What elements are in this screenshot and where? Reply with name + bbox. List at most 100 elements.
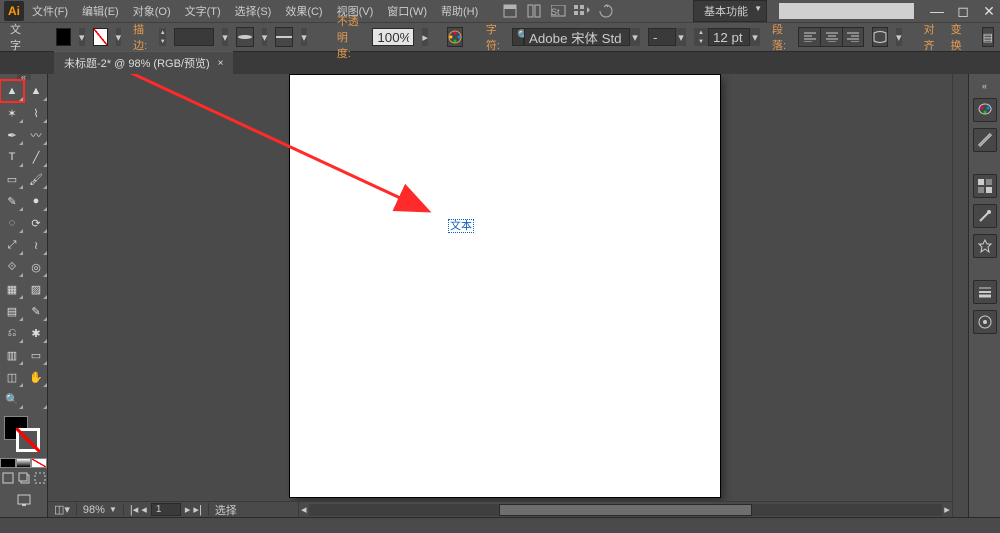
menu-effect[interactable]: 效果(C) bbox=[279, 1, 328, 21]
hand-tool[interactable]: ✋ bbox=[24, 366, 48, 388]
gradient-tool[interactable]: ▤ bbox=[0, 300, 24, 322]
blend-tool[interactable]: ⎌ bbox=[0, 322, 24, 344]
font-style-field[interactable] bbox=[648, 28, 676, 46]
align-left-button[interactable] bbox=[798, 27, 820, 47]
menu-window[interactable]: 窗口(W) bbox=[381, 1, 433, 21]
font-style-dropdown[interactable]: ▾ bbox=[676, 28, 686, 46]
horizontal-scrollbar[interactable] bbox=[309, 504, 942, 516]
color-mode-solid[interactable] bbox=[0, 454, 16, 472]
column-graph-tool[interactable]: ▥ bbox=[0, 344, 24, 366]
search-input[interactable] bbox=[779, 3, 914, 19]
make-envelope-button[interactable] bbox=[872, 27, 888, 47]
artboard[interactable]: 文本 bbox=[290, 75, 720, 497]
rectangle-tool[interactable]: ▭ bbox=[0, 168, 24, 190]
magic-wand-tool[interactable]: ✶ bbox=[0, 102, 24, 124]
font-family-field[interactable] bbox=[524, 28, 630, 46]
color-guide-panel-icon[interactable] bbox=[973, 128, 997, 152]
align-right-button[interactable] bbox=[842, 27, 864, 47]
menu-type[interactable]: 文字(T) bbox=[179, 1, 227, 21]
transform-label[interactable]: 变换 bbox=[947, 21, 966, 53]
slice-tool[interactable]: ◫ bbox=[0, 366, 24, 388]
stroke-swatch[interactable] bbox=[93, 28, 108, 46]
menu-help[interactable]: 帮助(H) bbox=[435, 1, 484, 21]
direct-selection-tool[interactable]: ▲ bbox=[24, 80, 48, 102]
stroke-weight-dropdown[interactable]: ▾ bbox=[222, 28, 228, 46]
arrange-docs-icon[interactable] bbox=[526, 3, 542, 19]
font-search-icon[interactable]: 🔍 bbox=[512, 28, 524, 46]
panel-menu-button[interactable]: ▤ bbox=[982, 27, 994, 47]
tab-close-button[interactable]: × bbox=[218, 58, 224, 69]
envelope-dropdown[interactable]: ▾ bbox=[896, 28, 902, 46]
font-size-dropdown[interactable]: ▾ bbox=[750, 28, 760, 46]
artboard-tool[interactable]: ▭ bbox=[24, 344, 48, 366]
brush-dropdown[interactable]: ▾ bbox=[301, 28, 307, 46]
type-tool[interactable]: T bbox=[0, 146, 24, 168]
paragraph-label[interactable]: 段落: bbox=[768, 21, 790, 53]
zoom-tool[interactable]: 🔍 bbox=[0, 388, 24, 410]
zoom-level[interactable]: 98% bbox=[83, 504, 105, 516]
symbols-panel-icon[interactable] bbox=[973, 234, 997, 258]
fill-dropdown[interactable]: ▾ bbox=[79, 28, 85, 46]
color-panel-icon[interactable] bbox=[973, 98, 997, 122]
maximize-button[interactable]: ◻ bbox=[956, 4, 970, 18]
color-mode-gradient[interactable] bbox=[16, 454, 32, 472]
vwp-dropdown[interactable]: ▾ bbox=[262, 28, 268, 46]
stroke-weight-stepper[interactable]: ▲▼ bbox=[159, 28, 166, 46]
font-size-field[interactable] bbox=[708, 28, 750, 46]
stroke-weight-field[interactable] bbox=[174, 28, 214, 46]
color-mode-none[interactable] bbox=[31, 454, 47, 472]
stock-icon[interactable]: St bbox=[550, 3, 566, 19]
opacity-dropdown[interactable]: ▸ bbox=[422, 28, 428, 46]
swatches-panel-icon[interactable] bbox=[973, 174, 997, 198]
hscroll-left-button[interactable]: ◂ bbox=[299, 503, 309, 516]
rotate-tool[interactable]: ⟳ bbox=[24, 212, 48, 234]
stroke-panel-icon[interactable] bbox=[973, 280, 997, 304]
minimize-button[interactable]: — bbox=[930, 4, 944, 18]
artboard-number-field[interactable] bbox=[151, 503, 181, 516]
align-center-button[interactable] bbox=[820, 27, 842, 47]
variable-width-profile[interactable] bbox=[236, 27, 254, 47]
curvature-tool[interactable]: 〰 bbox=[24, 124, 48, 146]
font-size-stepper[interactable]: ▲▼ bbox=[694, 28, 708, 46]
eraser-tool[interactable]: ◌ bbox=[0, 212, 24, 234]
menu-edit[interactable]: 编辑(E) bbox=[76, 1, 125, 21]
gradient-panel-icon[interactable] bbox=[973, 310, 997, 334]
draw-behind[interactable] bbox=[18, 472, 30, 490]
vertical-scrollbar[interactable] bbox=[952, 74, 968, 517]
align2-label[interactable]: 对齐 bbox=[920, 21, 939, 53]
workspace-switcher[interactable]: 基本功能 ▼ bbox=[693, 0, 767, 22]
canvas-area[interactable]: 文本 ◫▾ 98%▼ |◂ ◂ ▸ ▸| 选择 ◂ ▸ bbox=[48, 74, 968, 517]
selection-tool[interactable]: ▲ bbox=[0, 80, 24, 102]
grid-view-icon[interactable] bbox=[574, 3, 590, 19]
pen-tool[interactable]: ✒ bbox=[0, 124, 24, 146]
blob-brush-tool[interactable]: ● bbox=[24, 190, 48, 212]
mesh-tool[interactable]: ▨ bbox=[24, 278, 48, 300]
width-tool[interactable]: ≀ bbox=[24, 234, 48, 256]
dock-collapse[interactable]: « bbox=[969, 80, 1000, 92]
screen-mode-button[interactable] bbox=[17, 494, 31, 512]
close-button[interactable]: ✕ bbox=[982, 4, 996, 18]
sync-icon[interactable] bbox=[598, 3, 614, 19]
brushes-panel-icon[interactable] bbox=[973, 204, 997, 228]
hscroll-right-button[interactable]: ▸ bbox=[942, 503, 952, 516]
eyedropper-tool[interactable]: ✎ bbox=[24, 300, 48, 322]
symbol-sprayer-tool[interactable]: ✱ bbox=[24, 322, 48, 344]
free-transform-tool[interactable]: ⟐ bbox=[0, 256, 24, 278]
draw-inside[interactable] bbox=[34, 472, 46, 490]
draw-normal[interactable] bbox=[2, 472, 14, 490]
line-segment-tool[interactable]: ╱ bbox=[24, 146, 48, 168]
hscroll-thumb[interactable] bbox=[499, 504, 752, 516]
recolor-artwork-button[interactable] bbox=[447, 27, 463, 47]
brush-definition[interactable] bbox=[275, 27, 293, 47]
stroke-dropdown[interactable]: ▾ bbox=[116, 28, 122, 46]
artboard-nav[interactable]: |◂ ◂ ▸ ▸| bbox=[124, 503, 209, 516]
artboard-nav-button[interactable]: ◫▾ bbox=[48, 503, 77, 516]
text-object[interactable]: 文本 bbox=[448, 217, 474, 233]
paintbrush-tool[interactable]: 🖌 bbox=[24, 168, 48, 190]
character-label[interactable]: 字符: bbox=[482, 21, 504, 53]
fill-swatch[interactable] bbox=[56, 28, 71, 46]
menu-file[interactable]: 文件(F) bbox=[26, 1, 74, 21]
document-tab[interactable]: 未标题-2* @ 98% (RGB/预览) × bbox=[54, 51, 233, 74]
scale-tool[interactable]: ⤢ bbox=[0, 234, 24, 256]
opacity-field[interactable] bbox=[372, 28, 414, 46]
